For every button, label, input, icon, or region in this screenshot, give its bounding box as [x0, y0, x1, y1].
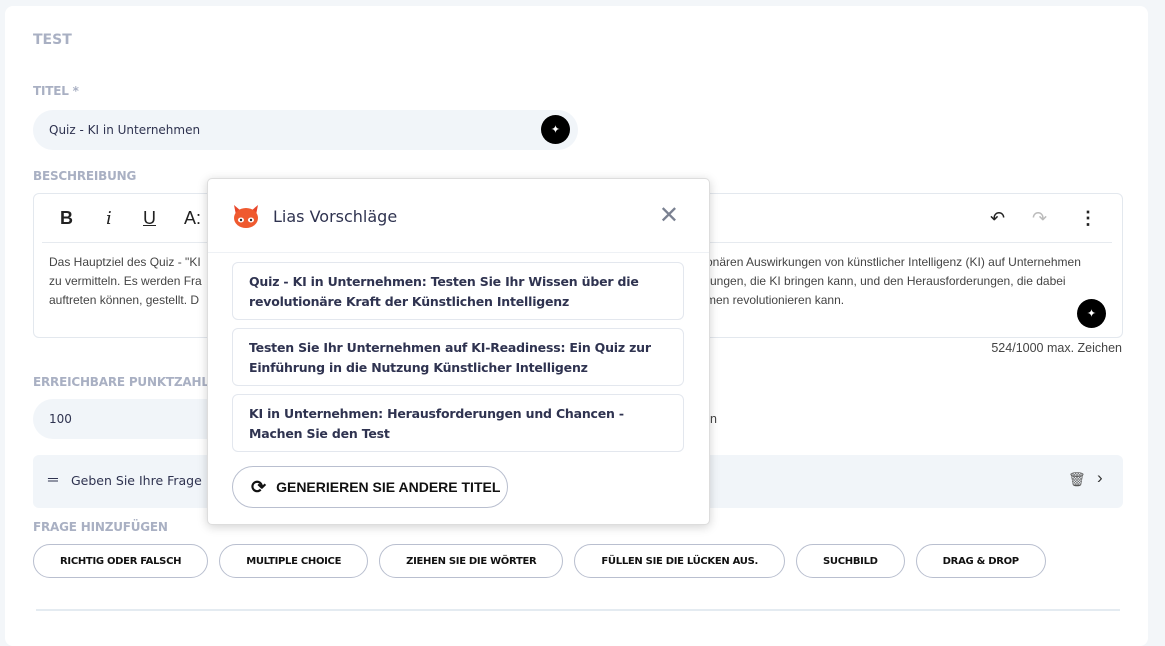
question-type-button[interactable]: FÜLLEN SIE DIE LÜCKEN AUS.	[574, 544, 786, 578]
desc-line: zu vermitteln. Es werden Fra	[49, 274, 202, 288]
trash-icon[interactable]: 🗑	[1068, 471, 1086, 488]
generate-other-titles-button[interactable]: ⟳ GENERIEREN SIE ANDERE TITEL	[232, 466, 508, 508]
desc-line: auftreten können, gestellt. D	[49, 293, 200, 307]
suggestion-item[interactable]: Testen Sie Ihr Unternehmen auf KI-Readin…	[232, 328, 684, 386]
question-type-buttons: RICHTIG ODER FALSCH MULTIPLE CHOICE ZIEH…	[33, 544, 1046, 578]
more-vertical-icon[interactable]: ⋮	[1079, 208, 1097, 229]
generate-label: GENERIEREN SIE ANDERE TITEL	[276, 479, 501, 495]
points-label: ERREICHBARE PUNKTZAHL	[33, 375, 209, 389]
question-type-button[interactable]: DRAG & DROP	[915, 544, 1046, 578]
close-icon[interactable]: ✕	[659, 201, 679, 230]
points-input[interactable]: 100	[33, 399, 233, 439]
drag-handle-icon[interactable]: ═	[48, 471, 58, 487]
question-text: Geben Sie Ihre Frage	[71, 473, 202, 488]
desc-line: onären Auswirkungen von künstlicher Inte…	[706, 255, 1081, 269]
description-label: BESCHREIBUNG	[33, 169, 137, 183]
suggestions-popup: Lias Vorschläge ✕ Quiz - KI in Unternehm…	[207, 178, 710, 525]
title-label: TITEL *	[33, 84, 79, 98]
ai-sparkle-icon[interactable]: ✦	[541, 115, 570, 144]
bold-button[interactable]: B	[60, 208, 73, 229]
red-panda-logo-icon	[234, 205, 258, 228]
redo-icon[interactable]: ↷	[1032, 208, 1047, 229]
refresh-icon: ⟳	[251, 476, 267, 497]
ai-sparkle-icon[interactable]: ✦	[1077, 299, 1106, 328]
popup-header: Lias Vorschläge ✕	[208, 179, 709, 253]
suggestion-item[interactable]: Quiz - KI in Unternehmen: Testen Sie Ihr…	[232, 262, 684, 320]
desc-line: Das Hauptziel des Quiz - "KI	[49, 255, 201, 269]
desc-line: men revolutionieren kann.	[706, 293, 845, 307]
suggestion-item[interactable]: KI in Unternehmen: Herausforderungen und…	[232, 394, 684, 452]
title-input[interactable]: Quiz - KI in Unternehmen	[33, 110, 578, 150]
points-side-text: n	[710, 412, 717, 426]
chevron-right-icon[interactable]: ›	[1097, 468, 1103, 488]
add-question-label: FRAGE HINZUFÜGEN	[33, 520, 168, 534]
popup-title: Lias Vorschläge	[273, 207, 398, 226]
question-type-button[interactable]: MULTIPLE CHOICE	[219, 544, 369, 578]
desc-line: rungen, die KI bringen kann, und den Her…	[706, 274, 1066, 288]
italic-button[interactable]: i	[106, 208, 112, 229]
char-count: 524/1000 max. Zeichen	[991, 341, 1122, 355]
title-value: Quiz - KI in Unternehmen	[49, 123, 201, 137]
question-type-button[interactable]: SUCHBILD	[796, 544, 905, 578]
underline-button[interactable]: U	[143, 208, 156, 229]
undo-icon[interactable]: ↶	[990, 208, 1005, 229]
section-title: TEST	[33, 32, 72, 48]
question-type-button[interactable]: ZIEHEN SIE DIE WÖRTER	[379, 544, 564, 578]
font-size-button[interactable]: A:	[184, 208, 201, 229]
divider	[36, 609, 1120, 611]
points-value: 100	[49, 412, 72, 426]
question-type-button[interactable]: RICHTIG ODER FALSCH	[33, 544, 209, 578]
